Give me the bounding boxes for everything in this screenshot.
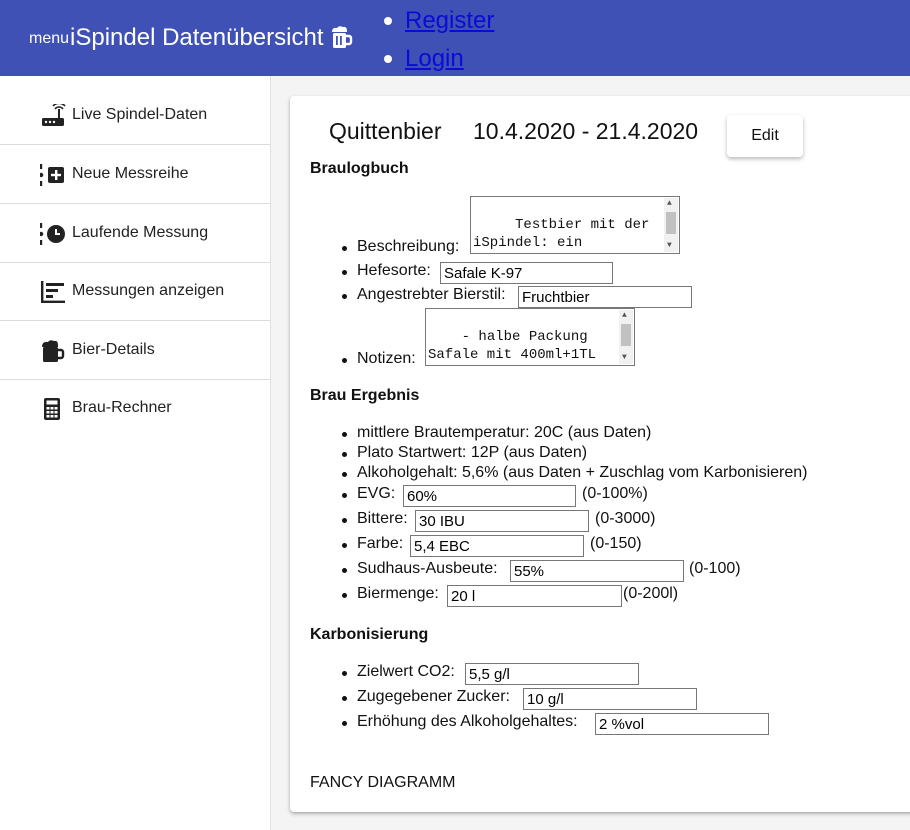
textarea-scrollbar[interactable]: ▲ ▼: [619, 310, 633, 364]
brautemperatur-text: mittlere Brautemperatur: 20C (aus Daten): [357, 424, 652, 441]
bierstil-input[interactable]: [518, 286, 692, 308]
bullet-icon: [342, 721, 347, 726]
biermenge-label: Biermenge:: [357, 585, 439, 602]
beschreibung-text: Testbier mit der iSpindel: ein Quittenbi…: [473, 217, 650, 251]
notizen-text: - halbe Packung Safale mit 400ml+1TL Zuc…: [428, 329, 597, 363]
bullet-icon: [342, 493, 347, 498]
section-heading-brau-ergebnis: Brau Ergebnis: [310, 387, 420, 404]
sidebar-item-label: Brau-Rechner: [72, 399, 172, 416]
login-link[interactable]: Login: [405, 45, 464, 73]
farbe-range: (0-150): [590, 535, 642, 552]
timeline-clock-icon: [40, 223, 65, 245]
bullet-icon: [342, 270, 347, 275]
sidebar-item-neue-messreihe[interactable]: Neue Messreihe: [0, 145, 270, 204]
alkoholgehalt-text: Alkoholgehalt: 5,6% (aus Daten + Zuschla…: [357, 464, 808, 481]
bullet-icon: [342, 452, 347, 457]
alkohol-erhoehung-label: Erhöhung des Alkoholgehaltes:: [357, 713, 578, 730]
notizen-textarea[interactable]: - halbe Packung Safale mit 400ml+1TL Zuc…: [425, 308, 635, 366]
sudhaus-ausbeute-range: (0-100): [689, 560, 741, 577]
zielwert-co2-input[interactable]: [465, 663, 639, 685]
top-toolbar: menu iSpindel Datenübersicht Register Lo…: [0, 0, 910, 76]
bullet-icon: [384, 17, 392, 25]
sidebar: Live Spindel-Daten Neue Messreihe Laufen…: [0, 76, 271, 830]
register-link[interactable]: Register: [405, 7, 494, 35]
sidebar-item-label: Laufende Messung: [72, 224, 209, 241]
beer-mug-icon: [332, 26, 353, 48]
hefesorte-label: Hefesorte:: [357, 262, 431, 279]
bullet-icon: [342, 472, 347, 477]
fancy-diagramm-label: FANCY DIAGRAMM: [310, 774, 456, 791]
sidebar-item-live-spindel-daten[interactable]: Live Spindel-Daten: [0, 86, 270, 145]
beer-mug-icon: [42, 340, 65, 362]
scroll-down-icon[interactable]: ▼: [667, 242, 672, 250]
bullet-icon: [342, 246, 347, 251]
sidebar-item-label: Messungen anzeigen: [72, 282, 225, 299]
farbe-label: Farbe:: [357, 535, 404, 552]
date-range: 10.4.2020 - 21.4.2020: [473, 118, 699, 144]
sidebar-item-label: Neue Messreihe: [72, 165, 189, 182]
plato-text: Plato Startwert: 12P (aus Daten): [357, 444, 588, 461]
biermenge-range: (0-200l): [623, 585, 679, 602]
menu-button[interactable]: menu: [29, 30, 69, 48]
sudhaus-ausbeute-input[interactable]: [510, 560, 684, 582]
chart-icon: [41, 281, 65, 303]
sidebar-item-bier-details[interactable]: Bier-Details: [0, 321, 270, 380]
scroll-thumb[interactable]: [666, 212, 676, 234]
bullet-icon: [384, 55, 392, 63]
beschreibung-textarea[interactable]: Testbier mit der iSpindel: ein Quittenbi…: [470, 196, 680, 254]
bullet-icon: [342, 671, 347, 676]
bullet-icon: [342, 518, 347, 523]
bierstil-label: Angestrebter Bierstil:: [357, 286, 506, 303]
evg-input[interactable]: [403, 485, 576, 507]
edit-button[interactable]: Edit: [727, 115, 803, 157]
bullet-icon: [342, 358, 347, 363]
scroll-up-icon[interactable]: ▲: [622, 312, 627, 320]
router-icon: [42, 104, 66, 126]
bittere-label: Bittere:: [357, 510, 408, 527]
bullet-icon: [342, 593, 347, 598]
evg-label: EVG:: [357, 485, 396, 502]
zucker-label: Zugegebener Zucker:: [357, 688, 510, 705]
evg-range: (0-100%): [582, 485, 648, 502]
bullet-icon: [342, 696, 347, 701]
alkohol-erhoehung-input[interactable]: [595, 713, 769, 735]
farbe-input[interactable]: [410, 535, 584, 557]
bittere-range: (0-3000): [595, 510, 656, 527]
scroll-down-icon[interactable]: ▼: [622, 354, 627, 362]
sidebar-item-label: Live Spindel-Daten: [72, 106, 208, 123]
bullet-icon: [342, 432, 347, 437]
sidebar-item-messungen-anzeigen[interactable]: Messungen anzeigen: [0, 262, 270, 321]
section-heading-karbonisierung: Karbonisierung: [310, 626, 429, 643]
beer-details-card: Quittenbier 10.4.2020 - 21.4.2020 Edit B…: [290, 96, 910, 812]
beschreibung-label: Beschreibung:: [357, 238, 460, 255]
sidebar-item-label: Bier-Details: [72, 341, 155, 358]
app-title: iSpindel Datenübersicht: [70, 24, 324, 51]
scroll-up-icon[interactable]: ▲: [667, 200, 672, 208]
section-heading-braulogbuch: Braulogbuch: [310, 160, 409, 177]
bullet-icon: [342, 294, 347, 299]
hefesorte-input[interactable]: [440, 262, 613, 284]
textarea-scrollbar[interactable]: ▲ ▼: [664, 198, 678, 252]
beer-name: Quittenbier: [329, 118, 442, 144]
bittere-input[interactable]: [415, 510, 589, 532]
bullet-icon: [342, 568, 347, 573]
sidebar-item-brau-rechner[interactable]: Brau-Rechner: [0, 379, 270, 437]
notizen-label: Notizen:: [357, 350, 416, 367]
timeline-add-icon: [40, 164, 64, 186]
biermenge-input[interactable]: [447, 585, 622, 607]
scroll-thumb[interactable]: [621, 324, 631, 346]
calculator-icon: [44, 398, 60, 420]
zucker-input[interactable]: [523, 688, 697, 710]
sudhaus-ausbeute-label: Sudhaus-Ausbeute:: [357, 560, 498, 577]
zielwert-co2-label: Zielwert CO2:: [357, 663, 455, 680]
sidebar-item-laufende-messung[interactable]: Laufende Messung: [0, 204, 270, 263]
bullet-icon: [342, 543, 347, 548]
